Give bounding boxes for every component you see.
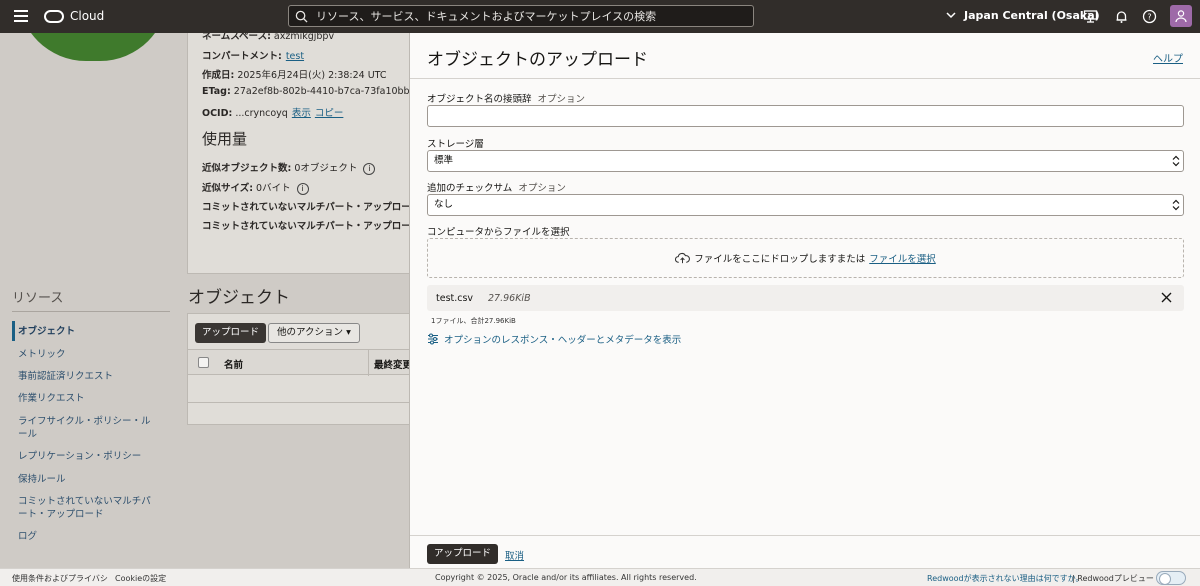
file-name: test.csv [436, 293, 474, 304]
oracle-cloud-logo[interactable]: Cloud [44, 9, 104, 23]
select-arrows-icon [1172, 199, 1180, 211]
close-icon[interactable] [1161, 292, 1172, 303]
bucket-details-background: ネームスペース: axzmikgjbpv コンパートメント: test 作成日: … [0, 33, 409, 568]
copyright-text: Copyright © 2025, Oracle and/or its affi… [435, 573, 697, 582]
advanced-options-label: オプションのレスポンス・ヘッダーとメタデータを表示 [444, 335, 682, 346]
resource-item-uncommitted[interactable]: コミットされていないマルチパート・アップロード [18, 495, 158, 521]
terms-privacy-link[interactable]: 使用条件およびプライバシ [12, 573, 108, 584]
select-arrows-icon [1172, 155, 1180, 167]
resource-item-objects[interactable]: オブジェクト [18, 325, 158, 338]
compartment-row: コンパートメント: test [202, 51, 305, 62]
approx-count-row: 近似オブジェクト数: 0オブジェクト i [202, 160, 376, 175]
help-icon[interactable]: ? [1142, 9, 1157, 24]
col-name[interactable]: 名前 [224, 357, 243, 371]
active-indicator [12, 321, 15, 341]
cloud-shell-icon[interactable] [1083, 9, 1098, 24]
storage-tier-label: ストレージ層 [427, 139, 484, 150]
resource-item-work-requests[interactable]: 作業リクエスト [18, 392, 158, 405]
show-advanced-options-link[interactable]: オプションのレスポンス・ヘッダーとメタデータを表示 [427, 332, 681, 346]
upload-objects-panel: オブジェクトのアップロード ヘルプ オブジェクト名の接頭辞 オプション ストレージ… [409, 33, 1200, 568]
resources-heading: リソース [12, 291, 64, 306]
page-footer: 使用条件およびプライバシ Cookieの設定 Copyright © 2025,… [0, 568, 1200, 586]
caret-down-icon: ▾ [346, 327, 351, 338]
objects-heading: オブジェクト [188, 288, 290, 308]
storage-tier-value: 標準 [434, 155, 454, 166]
checksum-value: なし [434, 199, 454, 210]
etag-row: ETag: 27a2ef8b-802b-4410-b7ca-73fa10bb60… [202, 86, 409, 97]
column-divider [368, 350, 369, 376]
namespace-row: ネームスペース: axzmikgjbpv [202, 33, 335, 42]
compartment-link[interactable]: test [286, 51, 304, 62]
object-prefix-input[interactable] [427, 105, 1184, 127]
bucket-status-graphic [18, 33, 168, 61]
cookie-settings-link[interactable]: Cookieの設定 [115, 573, 166, 584]
menu-icon[interactable] [14, 10, 28, 22]
upload-button[interactable]: アップロード [427, 544, 499, 564]
col-modified[interactable]: 最終変更 [374, 357, 409, 371]
uncommitted-row-2: コミットされていないマルチパート・アップロードの [202, 221, 409, 232]
search-icon [295, 10, 308, 23]
checksum-select[interactable]: なし [427, 194, 1184, 216]
help-link[interactable]: ヘルプ [1153, 50, 1183, 65]
dropzone-text: ファイルをここにドロップしますまたは [694, 254, 866, 265]
objects-table: アップロード 他のアクション ▾ 名前 最終変更 [187, 313, 409, 425]
resource-item-par[interactable]: 事前認証済リクエスト [18, 370, 158, 383]
ocid-copy-link[interactable]: コピー [315, 108, 344, 119]
user-avatar[interactable] [1170, 5, 1192, 27]
redwood-preview-toggle[interactable] [1156, 571, 1186, 585]
top-navigation-bar: Cloud リソース、サービス、ドキュメントおよびマーケットプレイスの検索 Ja… [0, 0, 1200, 33]
created-row: 作成日: 2025年6月24日(火) 2:38:24 UTC [202, 70, 387, 81]
brand-name: Cloud [70, 9, 105, 23]
selected-file-item: test.csv 27.96KiB [427, 285, 1184, 311]
region-name: Japan Central (Osaka) [964, 9, 1100, 22]
user-icon [1175, 10, 1187, 23]
other-actions-button[interactable]: 他のアクション ▾ [268, 323, 360, 343]
cancel-button[interactable]: 取消 [505, 548, 524, 562]
search-placeholder: リソース、サービス、ドキュメントおよびマーケットプレイスの検索 [316, 10, 657, 23]
panel-title: オブジェクトのアップロード [427, 50, 648, 70]
resource-item-replication[interactable]: レプリケーション・ポリシー [18, 450, 158, 463]
resource-item-logs[interactable]: ログ [18, 530, 158, 543]
resource-item-retention[interactable]: 保持ルール [18, 473, 158, 486]
prefix-label: オブジェクト名の接頭辞 オプション [427, 94, 586, 105]
file-dropzone[interactable]: ファイルをここにドロップしますまたは ファイルを選択 [427, 238, 1184, 278]
file-summary: 1ファイル、合計27.96KiB [431, 317, 516, 325]
info-icon[interactable]: i [296, 182, 309, 195]
resource-item-metrics[interactable]: メトリック [18, 348, 158, 361]
checksum-label: 追加のチェックサム オプション [427, 183, 566, 194]
panel-divider [410, 78, 1200, 79]
select-all-checkbox[interactable] [198, 357, 209, 368]
global-search-input[interactable]: リソース、サービス、ドキュメントおよびマーケットプレイスの検索 [288, 5, 754, 27]
approx-size-row: 近似サイズ: 0バイト i [202, 180, 309, 195]
file-select-label: コンピュータからファイルを選択 [427, 227, 570, 238]
panel-action-bar: アップロード 取消 [410, 535, 1200, 568]
ocid-show-link[interactable]: 表示 [292, 108, 311, 119]
uncommitted-row-1: コミットされていないマルチパート・アップロードの [202, 202, 409, 213]
resource-item-lifecycle[interactable]: ライフサイクル・ポリシー・ルール [18, 415, 158, 441]
bell-icon[interactable] [1114, 9, 1129, 24]
redwood-info-link[interactable]: Redwoodが表示されない理由は何ですか。 [927, 573, 1083, 584]
resources-divider [12, 311, 170, 312]
table-header: 名前 最終変更 [188, 349, 409, 376]
svg-text:?: ? [1147, 13, 1151, 22]
info-icon[interactable]: i [363, 162, 376, 175]
sliders-icon [428, 333, 438, 345]
oracle-ring-icon [44, 9, 64, 23]
bucket-details-card: ネームスペース: axzmikgjbpv コンパートメント: test 作成日: … [187, 33, 409, 274]
select-files-link[interactable]: ファイルを選択 [869, 251, 936, 265]
file-size: 27.96KiB [488, 293, 531, 304]
bg-upload-button[interactable]: アップロード [195, 323, 267, 343]
table-row-divider [188, 402, 409, 403]
ocid-row: OCID: ...cryncoyq 表示 コピー [202, 108, 344, 119]
region-selector[interactable]: Japan Central (Osaka) [946, 9, 1100, 22]
redwood-preview-label: | Redwoodプレビュー [1072, 574, 1154, 583]
chevron-down-icon [946, 12, 956, 19]
cloud-upload-icon [675, 252, 691, 264]
storage-tier-select[interactable]: 標準 [427, 150, 1184, 172]
usage-heading: 使用量 [202, 130, 248, 148]
